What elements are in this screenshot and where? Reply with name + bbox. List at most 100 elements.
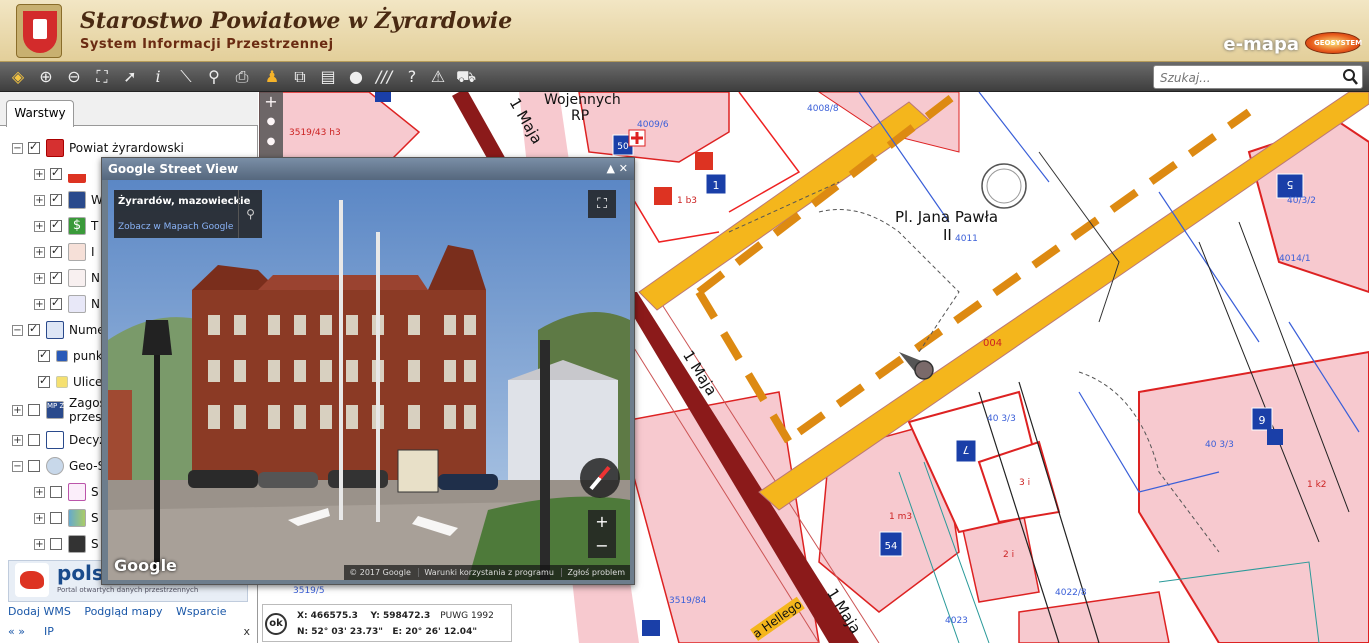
expand-toggle[interactable]: + xyxy=(12,434,23,446)
building-number-badge: 7 xyxy=(955,439,977,463)
layer-row[interactable]: − Nume xyxy=(12,318,105,342)
layer-row[interactable]: + Decyz xyxy=(12,428,106,452)
parcel-number: 4014/1 xyxy=(1279,254,1311,264)
streetview-pegman-icon[interactable]: ♟ xyxy=(262,67,282,87)
panorama-scene[interactable] xyxy=(108,180,630,580)
compass-icon[interactable] xyxy=(580,458,620,498)
expand-toggle[interactable]: + xyxy=(34,512,45,524)
layer-row[interactable]: + $ T xyxy=(34,214,98,238)
fullscreen-icon[interactable]: ⛶ xyxy=(588,190,616,218)
layer-checkbox[interactable] xyxy=(38,350,50,362)
layer-row[interactable]: + I xyxy=(34,240,95,264)
dollar-icon: $ xyxy=(68,217,86,235)
portal-tagline: Portal otwartych danych przestrzennych xyxy=(57,586,199,594)
layer-row[interactable]: + S xyxy=(34,532,99,556)
streetview-panorama[interactable]: Żyrardów, mazowieckie Zobacz w Mapach Go… xyxy=(108,180,630,580)
layer-row[interactable]: + N xyxy=(34,292,100,316)
comment-icon[interactable]: ● xyxy=(346,67,366,87)
layers-icon[interactable]: ◈ xyxy=(8,67,28,87)
layer-checkbox[interactable] xyxy=(50,272,62,284)
coord-x: X: 466575.3 xyxy=(297,611,358,621)
nav-arrows[interactable]: « » xyxy=(8,625,25,638)
search-parcel-icon[interactable]: ⚲ xyxy=(204,67,224,87)
zoom-in-button[interactable]: + xyxy=(588,510,616,534)
hatch-icon[interactable]: /// xyxy=(374,67,394,87)
ip-link[interactable]: IP xyxy=(44,625,54,638)
layer-checkbox[interactable] xyxy=(50,246,62,258)
terms-link[interactable]: Warunki korzystania z programu xyxy=(418,568,559,577)
layer-label: Geo-S xyxy=(69,459,106,473)
building-label: 1 m3 xyxy=(889,512,913,522)
layer-row[interactable]: + N xyxy=(34,266,100,290)
collapse-toggle[interactable]: − xyxy=(12,460,23,472)
support-link[interactable]: Wsparcie xyxy=(176,605,226,618)
layer-checkbox[interactable] xyxy=(28,142,40,154)
expand-toggle[interactable]: + xyxy=(34,194,45,206)
expand-toggle[interactable]: + xyxy=(34,220,45,232)
layer-checkbox[interactable] xyxy=(50,512,62,524)
help-icon[interactable]: ? xyxy=(402,67,422,87)
search-input[interactable] xyxy=(1160,69,1330,86)
map-preview-link[interactable]: Podgląd mapy xyxy=(84,605,162,618)
export-icon[interactable]: ⧉ xyxy=(290,67,310,87)
open-in-google-maps-link[interactable]: Zobacz w Mapach Google xyxy=(118,222,233,232)
layer-row[interactable]: Ulice xyxy=(38,370,102,394)
layer-row[interactable]: + S xyxy=(34,506,99,530)
zoom-out-icon[interactable]: ⊖ xyxy=(64,67,84,87)
legend-icon[interactable]: ▤ xyxy=(318,67,338,87)
layer-row[interactable]: punkt xyxy=(38,344,107,368)
select-arrow-icon[interactable]: ➚ xyxy=(120,67,140,87)
collapse-toggle[interactable]: − xyxy=(12,324,23,336)
layer-checkbox[interactable] xyxy=(50,298,62,310)
location-pin-icon[interactable]: ⚲ xyxy=(238,190,262,238)
zoom-extent-icon[interactable]: ⛶ xyxy=(92,67,112,87)
building-number-badge: 9 xyxy=(1251,407,1273,431)
streetview-zoom[interactable]: + − xyxy=(588,510,616,558)
streetview-titlebar[interactable]: Google Street View ▲ ✕ xyxy=(102,158,634,180)
expand-toggle[interactable]: + xyxy=(34,538,45,550)
layer-row[interactable]: + S xyxy=(34,480,99,504)
window-controls[interactable]: ▲ ✕ xyxy=(606,158,628,180)
print-icon[interactable]: ⎙ xyxy=(232,67,252,87)
location-card[interactable]: Żyrardów, mazowieckie Zobacz w Mapach Go… xyxy=(114,190,262,238)
grid-icon xyxy=(68,483,86,501)
expand-toggle[interactable]: + xyxy=(34,298,45,310)
tab-warstwy[interactable]: Warstwy xyxy=(6,100,74,127)
layer-checkbox[interactable] xyxy=(28,460,40,472)
layer-row[interactable]: + xyxy=(34,162,91,186)
parcel-map-icon xyxy=(68,269,86,287)
expand-toggle[interactable]: + xyxy=(34,272,45,284)
expand-toggle[interactable]: + xyxy=(34,168,45,180)
layer-checkbox[interactable] xyxy=(38,376,50,388)
zoom-in-button[interactable]: + xyxy=(259,92,283,112)
info-icon[interactable]: i xyxy=(148,67,168,87)
layer-checkbox[interactable] xyxy=(50,538,62,550)
measure-icon[interactable]: ⟍ xyxy=(176,67,196,87)
expand-toggle[interactable]: + xyxy=(34,486,45,498)
search-icon[interactable] xyxy=(1342,68,1358,86)
layer-checkbox[interactable] xyxy=(28,324,40,336)
expand-toggle[interactable]: + xyxy=(34,246,45,258)
streetview-window[interactable]: Google Street View ▲ ✕ Żyrardów, mazowie… xyxy=(101,157,635,585)
layer-label: I xyxy=(91,245,95,259)
layer-checkbox[interactable] xyxy=(28,434,40,446)
add-wms-link[interactable]: Dodaj WMS xyxy=(8,605,71,618)
cart-icon[interactable]: ⛟ xyxy=(456,67,476,87)
layer-checkbox[interactable] xyxy=(28,404,40,416)
search-box[interactable] xyxy=(1153,65,1363,89)
expand-toggle[interactable]: + xyxy=(12,404,23,416)
collapse-toggle[interactable]: − xyxy=(12,142,23,154)
close-panel-button[interactable]: x xyxy=(243,625,250,638)
warning-icon[interactable]: ⚠ xyxy=(428,67,448,87)
zoom-in-icon[interactable]: ⊕ xyxy=(36,67,56,87)
layer-checkbox[interactable] xyxy=(50,194,62,206)
zoom-out-button[interactable]: − xyxy=(588,534,616,558)
ok-button[interactable]: ok xyxy=(265,613,287,635)
report-problem-link[interactable]: Zgłoś problem xyxy=(561,568,630,577)
layer-checkbox[interactable] xyxy=(50,220,62,232)
layer-checkbox[interactable] xyxy=(50,486,62,498)
layer-row[interactable]: + MP ZP Zagos przes xyxy=(12,394,106,426)
layer-row[interactable]: − Geo-S xyxy=(12,454,105,478)
layer-checkbox[interactable] xyxy=(50,168,62,180)
layer-row[interactable]: + W xyxy=(34,188,103,212)
